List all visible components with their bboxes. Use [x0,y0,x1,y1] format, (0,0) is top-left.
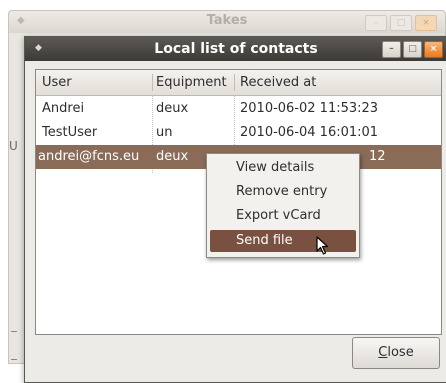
column-header-equipment[interactable]: Equipment [156,70,227,95]
maximize-icon[interactable]: □ [403,41,422,58]
close-button-label: lose [387,345,414,360]
menu-item-export-vcard[interactable]: Export vCard [210,205,356,227]
parent-divider [11,359,17,360]
column-header-received-at[interactable]: Received at [240,70,316,95]
parent-titlebar: ◆ Takes – □ × [9,11,445,33]
table-row[interactable]: Andrei deux 2010-06-02 11:53:23 [36,97,441,121]
cell-equipment: un [156,125,173,140]
parent-minimize-icon[interactable]: – [365,15,387,31]
cell-received-at: 12 [369,149,386,164]
cell-user: Andrei [42,101,85,116]
cell-received-at: 2010-06-04 16:01:01 [240,125,379,140]
mouse-pointer-icon [316,236,329,255]
menu-item-send-file[interactable]: Send file [210,230,356,252]
column-divider[interactable] [152,74,153,91]
context-menu: View details Remove entry Export vCard S… [206,153,360,258]
parent-divider [11,331,17,332]
menu-item-remove-entry[interactable]: Remove entry [210,181,356,203]
menu-item-view-details[interactable]: View details [210,157,356,179]
parent-maximize-icon[interactable]: □ [390,15,412,31]
list-header: User Equipment Received at [36,70,441,96]
dialog-titlebar[interactable]: ◆ Local list of contacts – □ × [25,37,446,61]
cell-equipment: deux [156,101,189,116]
column-header-user[interactable]: User [42,70,72,95]
cell-user: TestUser [42,125,98,140]
close-icon[interactable]: × [424,41,443,58]
cell-user: andrei@fcns.eu [38,149,140,164]
close-button-mnemonic: C [378,345,388,360]
parent-close-icon[interactable]: × [415,15,437,31]
cell-received-at: 2010-06-02 11:53:23 [240,101,379,116]
minimize-icon[interactable]: – [382,41,401,58]
table-row[interactable]: TestUser un 2010-06-04 16:01:01 [36,121,441,145]
cell-equipment: deux [156,149,189,164]
close-button[interactable]: Close [352,337,440,369]
parent-label-fragment: U [9,139,18,153]
column-divider[interactable] [234,74,235,91]
